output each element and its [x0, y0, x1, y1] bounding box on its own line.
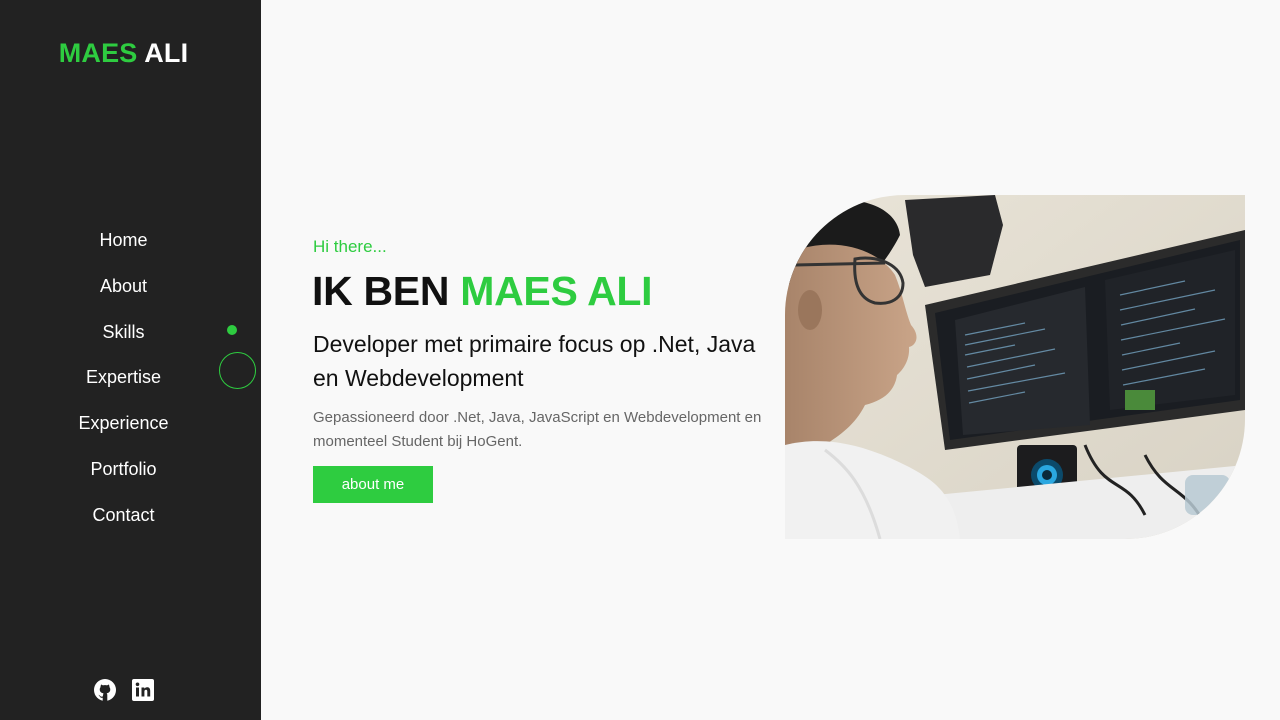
nav-item-experience[interactable]: Experience	[0, 407, 247, 453]
main-nav: Home About Skills Expertise Experience P…	[0, 224, 247, 545]
site-logo[interactable]: MAES ALI	[0, 38, 247, 69]
cursor-ring	[219, 352, 256, 389]
nav-item-skills[interactable]: Skills	[0, 316, 247, 362]
nav-item-home[interactable]: Home	[0, 224, 247, 270]
hero-description: Gepassioneerd door .Net, Java, JavaScrip…	[313, 409, 762, 450]
hero-title-prefix: IK BEN	[312, 268, 450, 314]
hero-greeting: Hi there...	[313, 237, 387, 256]
nav-item-portfolio[interactable]: Portfolio	[0, 453, 247, 499]
nav-item-about[interactable]: About	[0, 270, 247, 316]
nav-item-contact[interactable]: Contact	[0, 499, 247, 545]
hero-title: IK BEN MAES ALI	[312, 268, 653, 315]
about-me-button[interactable]: about me	[313, 466, 433, 503]
social-links	[93, 678, 155, 702]
profile-photo	[785, 195, 1245, 539]
nav-item-expertise[interactable]: Expertise	[0, 361, 247, 407]
cursor-dot	[227, 325, 237, 335]
logo-first-name: MAES	[58, 38, 138, 68]
hero-title-name: MAES ALI	[460, 268, 653, 314]
github-icon[interactable]	[93, 678, 117, 702]
sidebar: MAES ALI Home About Skills Expertise Exp…	[0, 0, 261, 720]
hero-subtitle: Developer met primaire focus op .Net, Ja…	[313, 331, 756, 391]
logo-last-name: ALI	[144, 38, 189, 68]
linkedin-icon[interactable]	[131, 678, 155, 702]
